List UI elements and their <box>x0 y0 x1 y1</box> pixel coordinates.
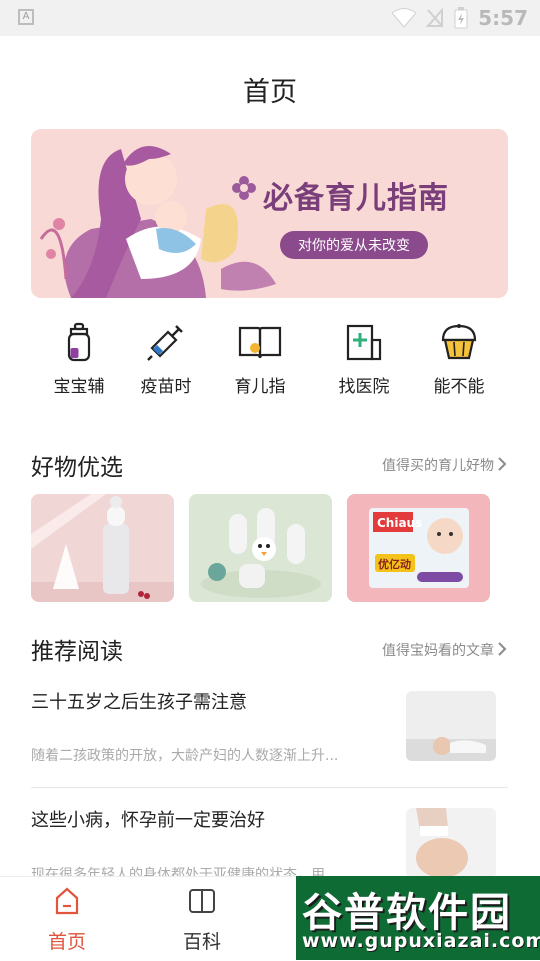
hospital-icon <box>346 324 382 361</box>
article-divider <box>31 787 508 788</box>
tab-home[interactable]: 首页 <box>27 887 107 954</box>
category-parenting-guide[interactable]: 育儿指 <box>215 322 305 397</box>
goods-card-shoes[interactable] <box>189 494 332 602</box>
category-label: 找医院 <box>338 377 390 397</box>
article-item[interactable]: 三十五岁之后生孩子需注意 随着二孩政策的开放，大龄产妇的人数逐渐上升... <box>31 688 496 768</box>
wifi-icon <box>392 8 417 28</box>
diaper-package-image: Chiaus 优亿动 <box>347 494 490 602</box>
article-title: 这些小病，怀孕前一定要治好 <box>31 810 265 831</box>
open-book-icon <box>238 326 282 359</box>
banner-subline: 对你的爱从未改变 <box>280 231 428 259</box>
no-signal-icon <box>426 8 444 27</box>
goods-list: Chiaus 优亿动 <box>31 494 491 602</box>
tab-encyclopedia[interactable]: 百科 <box>162 887 242 954</box>
cupcake-icon <box>441 324 477 360</box>
reading-more-link[interactable]: 值得宝妈看的文章 <box>382 640 494 660</box>
watermark-logo: 谷普软件园 www.gupuxiazai.com <box>296 876 540 960</box>
article-item[interactable]: 这些小病，怀孕前一定要治好 现在很多年轻人的身体都处于亚健康的状态，用... <box>31 806 496 886</box>
category-baby-food[interactable]: 宝宝辅 <box>34 322 124 397</box>
category-label: 能不能 <box>433 377 485 397</box>
reading-section-title: 推荐阅读 <box>31 639 123 665</box>
banner-headline: 必备育儿指南 <box>263 181 449 216</box>
article-title: 三十五岁之后生孩子需注意 <box>31 692 247 713</box>
baby-shoes-image <box>189 494 332 602</box>
status-time: 5:57 <box>478 6 528 30</box>
category-label: 育儿指 <box>234 377 286 397</box>
flower-decoration-icon <box>232 176 256 200</box>
syringe-icon <box>147 325 183 361</box>
goods-card-bottle[interactable] <box>31 494 174 602</box>
notification-icon: A <box>18 9 34 25</box>
pregnant-woman-image <box>406 808 496 878</box>
article-thumbnail <box>406 691 496 761</box>
chevron-right-icon[interactable] <box>496 641 508 657</box>
mother-baby-illustration <box>39 146 276 298</box>
baby-bottle-icon <box>67 322 91 362</box>
article-desc: 随着二孩政策的开放，大龄产妇的人数逐渐上升... <box>31 748 339 764</box>
feeding-bottle-image <box>31 494 174 602</box>
promo-banner[interactable]: 必备育儿指南 对你的爱从未改变 <box>31 129 508 298</box>
book-icon <box>189 889 215 913</box>
diaper-package-text: 优亿动 <box>378 557 411 571</box>
chevron-right-icon[interactable] <box>496 456 508 472</box>
home-icon <box>55 887 79 915</box>
category-vaccine[interactable]: 疫苗时 <box>121 322 211 397</box>
sleeping-baby-image <box>406 691 496 761</box>
status-icons: 5:57 <box>392 6 528 30</box>
tab-label: 首页 <box>47 931 86 953</box>
page-title: 首页 <box>243 77 297 108</box>
goods-section-title: 好物优选 <box>31 455 123 481</box>
tab-label: 百科 <box>182 931 221 953</box>
status-bar: A 5:57 <box>0 0 540 36</box>
diaper-brand-text: Chiaus <box>377 516 422 530</box>
watermark-url: www.gupuxiazai.com <box>302 930 540 952</box>
category-row: 宝宝辅 疫苗时 育儿指 找医院 能不能 <box>0 322 540 412</box>
battery-charging-icon <box>454 7 468 29</box>
goods-more-link[interactable]: 值得买的育儿好物 <box>382 455 494 475</box>
article-thumbnail <box>406 808 496 878</box>
category-can-or-not[interactable]: 能不能 <box>414 322 504 397</box>
category-label: 疫苗时 <box>140 377 192 397</box>
goods-card-diaper[interactable]: Chiaus 优亿动 <box>347 494 490 602</box>
category-label: 宝宝辅 <box>53 377 105 397</box>
category-find-hospital[interactable]: 找医院 <box>319 322 409 397</box>
